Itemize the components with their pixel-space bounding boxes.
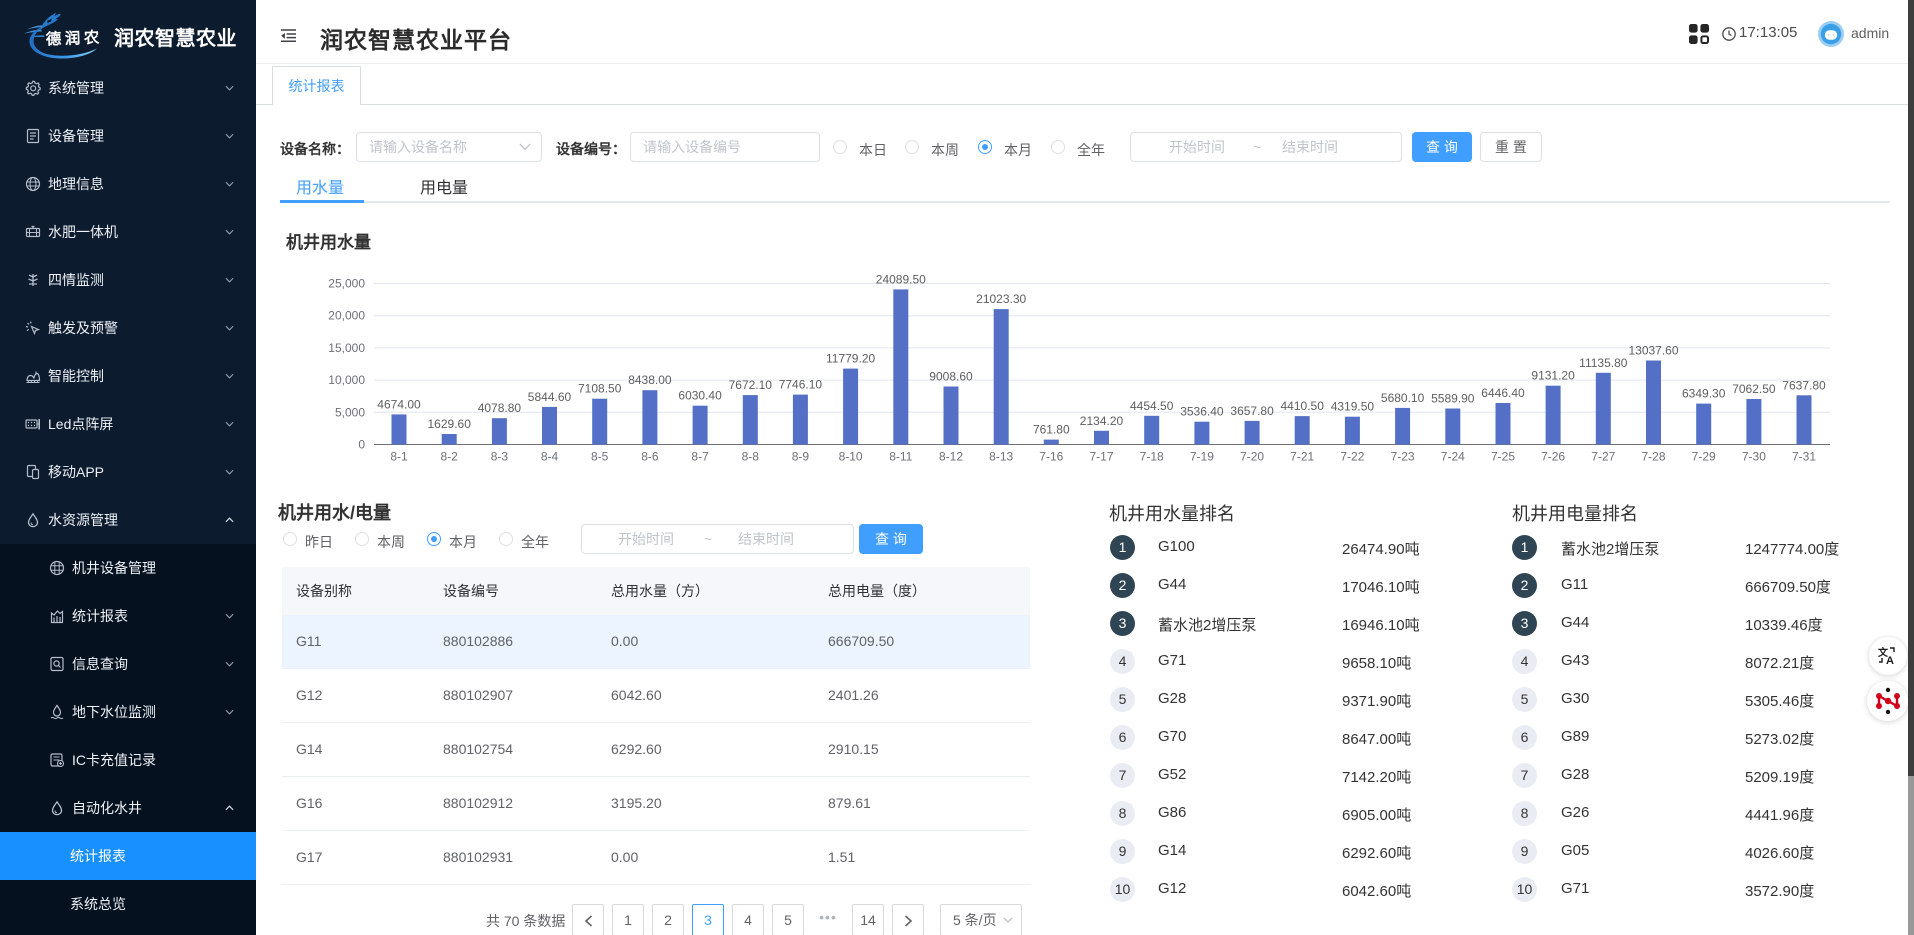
- svg-text:24089.50: 24089.50: [876, 272, 926, 286]
- svg-text:8-3: 8-3: [491, 450, 509, 464]
- svg-text:15,000: 15,000: [328, 341, 365, 355]
- svg-text:7062.50: 7062.50: [1732, 382, 1776, 396]
- svg-text:4078.80: 4078.80: [478, 401, 522, 415]
- svg-text:7672.10: 7672.10: [729, 378, 773, 392]
- svg-text:7-23: 7-23: [1391, 450, 1415, 464]
- svg-text:8-1: 8-1: [390, 450, 408, 464]
- svg-text:7-29: 7-29: [1692, 450, 1716, 464]
- svg-text:6349.30: 6349.30: [1682, 387, 1726, 401]
- svg-text:4410.50: 4410.50: [1281, 399, 1325, 413]
- svg-text:0: 0: [358, 438, 365, 452]
- svg-text:7-27: 7-27: [1591, 450, 1615, 464]
- svg-text:4674.00: 4674.00: [377, 397, 421, 411]
- svg-text:8-12: 8-12: [939, 450, 963, 464]
- svg-text:7-25: 7-25: [1491, 450, 1515, 464]
- svg-text:25,000: 25,000: [328, 277, 365, 291]
- svg-text:5680.10: 5680.10: [1381, 391, 1425, 405]
- svg-text:6446.40: 6446.40: [1481, 386, 1525, 400]
- svg-text:5844.60: 5844.60: [528, 390, 572, 404]
- svg-text:8-8: 8-8: [742, 450, 760, 464]
- svg-text:8-5: 8-5: [591, 450, 609, 464]
- svg-text:5589.90: 5589.90: [1431, 392, 1475, 406]
- svg-text:9131.20: 9131.20: [1531, 369, 1575, 383]
- svg-text:A: A: [1886, 655, 1894, 666]
- svg-text:20,000: 20,000: [328, 309, 365, 323]
- svg-text:8-4: 8-4: [541, 450, 559, 464]
- svg-text:7-24: 7-24: [1441, 450, 1465, 464]
- svg-text:7-22: 7-22: [1340, 450, 1364, 464]
- svg-text:7-21: 7-21: [1290, 450, 1314, 464]
- svg-text:4319.50: 4319.50: [1331, 400, 1375, 414]
- svg-text:7-18: 7-18: [1140, 450, 1164, 464]
- svg-text:7-26: 7-26: [1541, 450, 1565, 464]
- svg-text:7746.10: 7746.10: [779, 378, 823, 392]
- svg-text:8-6: 8-6: [641, 450, 659, 464]
- svg-text:8-13: 8-13: [989, 450, 1013, 464]
- svg-text:8-7: 8-7: [691, 450, 709, 464]
- svg-text:6030.40: 6030.40: [678, 389, 722, 403]
- svg-text:21023.30: 21023.30: [976, 292, 1026, 306]
- svg-text:8438.00: 8438.00: [628, 373, 672, 387]
- svg-text:8-9: 8-9: [792, 450, 810, 464]
- svg-text:7-28: 7-28: [1641, 450, 1665, 464]
- svg-text:9008.60: 9008.60: [929, 370, 973, 384]
- svg-text:761.80: 761.80: [1033, 423, 1070, 437]
- svg-text:8-11: 8-11: [889, 450, 912, 464]
- svg-text:8-10: 8-10: [839, 450, 863, 464]
- svg-text:5,000: 5,000: [335, 405, 365, 419]
- svg-text:4454.50: 4454.50: [1130, 399, 1174, 413]
- svg-text:7-20: 7-20: [1240, 450, 1264, 464]
- svg-text:7-16: 7-16: [1039, 450, 1063, 464]
- svg-text:7-31: 7-31: [1792, 450, 1816, 464]
- svg-text:7-30: 7-30: [1742, 450, 1766, 464]
- svg-text:7108.50: 7108.50: [578, 382, 622, 396]
- svg-text:1629.60: 1629.60: [428, 417, 472, 431]
- svg-text:7-19: 7-19: [1190, 450, 1214, 464]
- svg-text:7-17: 7-17: [1089, 450, 1113, 464]
- svg-text:德润农: 德润农: [45, 28, 103, 49]
- svg-text:8-2: 8-2: [441, 450, 459, 464]
- svg-text:2134.20: 2134.20: [1080, 414, 1124, 428]
- svg-text:10,000: 10,000: [328, 373, 365, 387]
- svg-text:11779.20: 11779.20: [826, 352, 875, 366]
- svg-text:3657.80: 3657.80: [1230, 404, 1274, 418]
- svg-text:7637.80: 7637.80: [1782, 378, 1826, 392]
- svg-text:3536.40: 3536.40: [1180, 405, 1224, 419]
- svg-text:11135.80: 11135.80: [1579, 356, 1628, 370]
- svg-text:13037.60: 13037.60: [1628, 344, 1678, 358]
